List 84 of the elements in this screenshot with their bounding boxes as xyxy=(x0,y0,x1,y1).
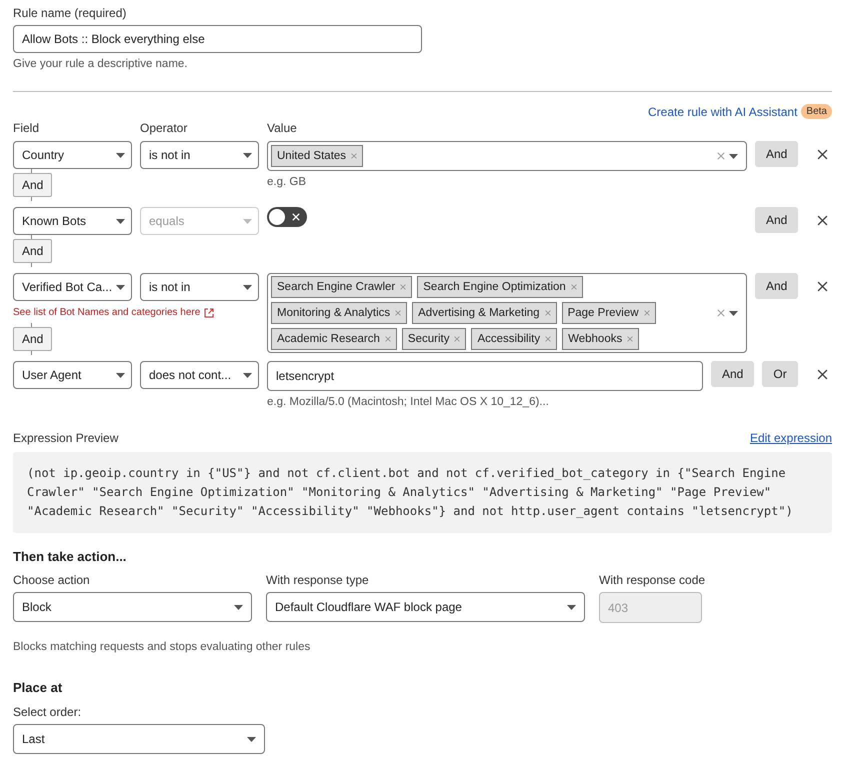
operator-select[interactable]: is not in xyxy=(140,141,259,169)
close-icon[interactable] xyxy=(817,214,828,226)
value-tag[interactable]: Advertising & Marketing xyxy=(412,302,557,324)
operator-select[interactable]: is not in xyxy=(140,273,259,301)
hint-text: e.g. GB xyxy=(267,175,307,189)
bot-list-link[interactable]: See list of Bot Names and categories here xyxy=(13,307,200,319)
caret-icon xyxy=(116,152,125,158)
operator-select[interactable]: does not cont... xyxy=(140,361,259,389)
remove-icon xyxy=(627,336,634,342)
add-condition-button[interactable]: And xyxy=(711,361,754,387)
remove-icon xyxy=(454,336,460,342)
edit-expression-link[interactable]: Edit expression xyxy=(750,431,832,445)
close-icon[interactable] xyxy=(817,280,828,292)
field-select[interactable]: Verified Bot Ca... xyxy=(13,273,132,301)
value-tag[interactable]: United States xyxy=(271,145,364,167)
remove-icon xyxy=(544,310,551,316)
and-connector-button[interactable]: And xyxy=(13,327,52,351)
caret-icon xyxy=(247,736,256,742)
caret-icon xyxy=(729,154,738,158)
value-tag[interactable]: Security xyxy=(402,328,466,350)
hint-text: e.g. Mozilla/5.0 (Macintosh; Intel Mac OS X 10_12_6)... xyxy=(267,395,550,409)
expression-preview: (not ip.geoip.country in {"US"} and not cf.client.bot and not cf.verified_bot_category in {"Search Engine Crawler" "Search Engine Optimization" "Monitoring & Analytics" "Advertising & Marketing" "Page Preview" "Academic Research" "Security" "Accessibility" "Webhooks"} and not http.user_agent contains "letsencrypt") xyxy=(13,452,832,533)
name-field[interactable]: Allow Bots :: Block everything else xyxy=(13,25,422,53)
field-label: With response type xyxy=(266,573,370,587)
field-label: Select order: xyxy=(13,705,82,719)
value-tag[interactable]: Monitoring & Analytics xyxy=(271,302,408,324)
caret-icon xyxy=(243,218,252,224)
field-select[interactable]: Known Bots xyxy=(13,207,132,235)
caret-icon xyxy=(243,284,252,290)
remove-icon xyxy=(400,284,406,290)
caret-icon xyxy=(243,152,252,158)
field-select[interactable]: Country xyxy=(13,141,132,169)
caret-icon xyxy=(729,310,738,316)
clear-icon xyxy=(717,309,725,317)
add-condition-button[interactable]: And xyxy=(755,207,798,233)
toggle-switch[interactable] xyxy=(267,207,307,227)
field-label: Choose action xyxy=(13,573,91,587)
value-tag[interactable]: Search Engine Crawler xyxy=(271,276,412,298)
add-condition-button[interactable]: And xyxy=(755,141,798,167)
beta-badge: Beta xyxy=(801,104,832,119)
field-label: Rule name (required) xyxy=(13,6,128,20)
add-condition-button[interactable]: And xyxy=(755,273,798,299)
remove-icon xyxy=(395,310,402,316)
remove-icon xyxy=(644,310,650,316)
value-tag[interactable]: Page Preview xyxy=(562,302,656,324)
value-tag[interactable]: Webhooks xyxy=(562,328,640,350)
caret-icon xyxy=(234,604,243,610)
field-select[interactable]: User Agent xyxy=(13,361,132,389)
external-link-icon xyxy=(204,308,214,318)
section-heading: Then take action... xyxy=(13,549,128,564)
action-select[interactable]: Block xyxy=(13,592,252,622)
and-connector-button[interactable]: And xyxy=(13,239,52,263)
caret-icon xyxy=(116,284,125,290)
section-label: Expression Preview xyxy=(13,431,118,445)
ai-assistant-link[interactable]: Create rule with AI Assistant xyxy=(648,104,798,118)
order-select[interactable]: Last xyxy=(13,724,265,754)
value-tag-field[interactable]: Search Engine Crawler Search Engine Optimization Monitoring & Analytics Advertising & Marketing Page Preview Academic Research Security Accessibility Webhooks xyxy=(267,273,747,353)
description-text: Blocks matching requests and stops evaluating other rules xyxy=(13,640,312,654)
caret-icon xyxy=(116,372,125,378)
value-tag[interactable]: Search Engine Optimization xyxy=(417,276,583,298)
value-tag-field[interactable]: United States xyxy=(267,141,747,171)
column-label: Value xyxy=(267,121,298,135)
value-field[interactable]: letsencrypt xyxy=(267,361,703,391)
close-icon[interactable] xyxy=(816,368,828,380)
caret-icon xyxy=(243,372,252,378)
remove-icon xyxy=(384,336,391,342)
caret-icon xyxy=(567,604,576,610)
value-tag[interactable]: Academic Research xyxy=(271,328,397,350)
clear-icon xyxy=(717,152,725,160)
column-label: Field xyxy=(13,121,40,135)
remove-icon xyxy=(545,336,552,342)
section-heading: Place at xyxy=(13,680,64,695)
caret-icon xyxy=(116,218,125,224)
value-tag[interactable]: Accessibility xyxy=(471,328,558,350)
action-select[interactable]: Default Cloudflare WAF block page xyxy=(266,592,585,622)
off-icon xyxy=(292,213,300,221)
field-label: With response code xyxy=(599,573,702,587)
column-label: Operator xyxy=(140,121,188,135)
remove-icon xyxy=(570,284,577,290)
hint-text: Give your rule a descriptive name. xyxy=(13,57,188,71)
add-condition-button[interactable]: Or xyxy=(762,361,798,387)
and-connector-button[interactable]: And xyxy=(13,173,52,197)
close-icon[interactable] xyxy=(817,148,828,160)
remove-icon xyxy=(351,153,358,159)
